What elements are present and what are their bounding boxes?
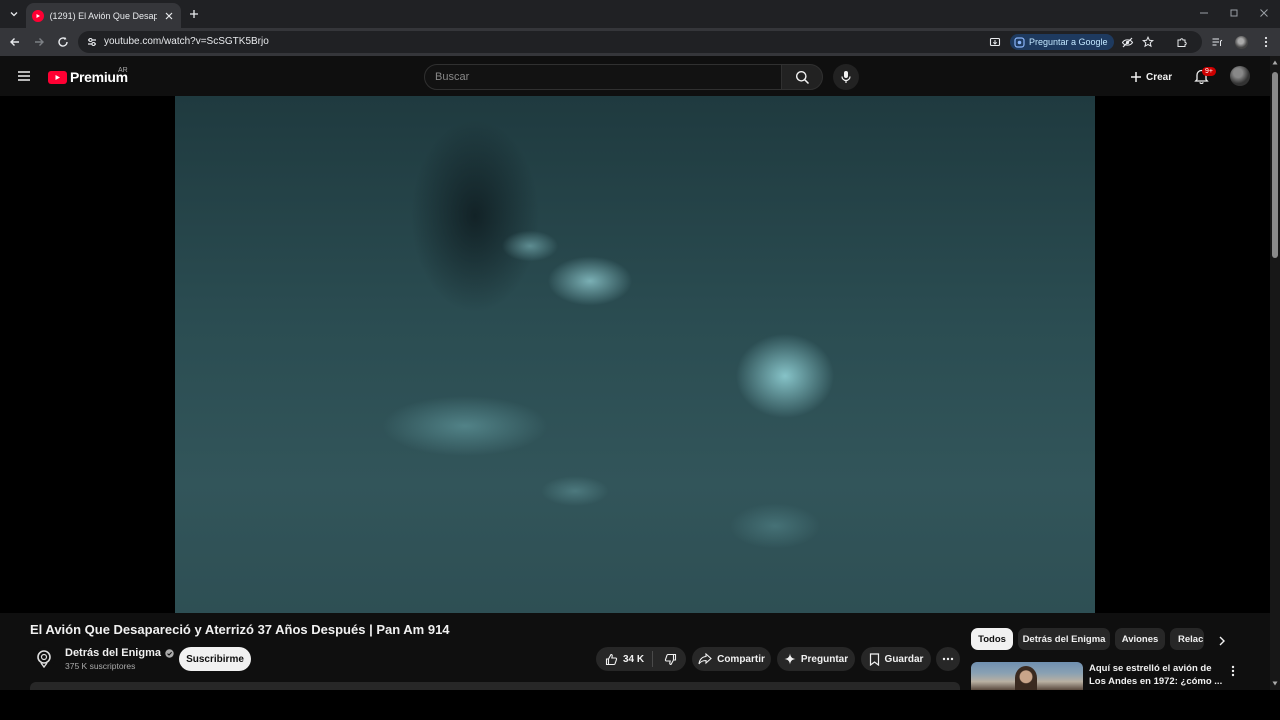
scrollbar-thumb[interactable] bbox=[1272, 72, 1278, 258]
chip-aviones[interactable]: Aviones bbox=[1115, 628, 1165, 650]
thumbs-up-icon bbox=[605, 653, 618, 665]
browser-menu-kebab-icon[interactable] bbox=[1257, 33, 1275, 51]
video-title: El Avión Que Desapareció y Aterrizó 37 A… bbox=[30, 622, 450, 637]
channel-avatar[interactable] bbox=[33, 647, 55, 669]
voice-search-button[interactable] bbox=[833, 64, 859, 90]
plus-icon bbox=[1131, 72, 1141, 82]
restore-window-icon[interactable] bbox=[1224, 4, 1244, 22]
like-dislike-group: 34 K bbox=[596, 647, 686, 671]
thumbnail-person bbox=[1015, 666, 1037, 690]
country-code: AR bbox=[118, 67, 128, 74]
recommended-video-menu-icon[interactable] bbox=[1227, 664, 1239, 678]
tab-close-icon[interactable] bbox=[163, 10, 175, 22]
ask-button[interactable]: Preguntar bbox=[777, 647, 855, 671]
channel-name-row[interactable]: Detrás del Enigma bbox=[65, 647, 174, 659]
close-window-icon[interactable] bbox=[1254, 4, 1274, 22]
save-button[interactable]: Guardar bbox=[861, 647, 931, 671]
microphone-icon bbox=[841, 71, 851, 83]
search-box bbox=[424, 64, 782, 90]
search-icon bbox=[795, 70, 809, 84]
sparkle-icon bbox=[784, 653, 796, 665]
like-button[interactable]: 34 K bbox=[605, 651, 654, 667]
eye-off-tracking-icon[interactable] bbox=[1120, 35, 1134, 49]
share-arrow-icon bbox=[698, 653, 712, 665]
bottom-overlay-bar bbox=[0, 690, 1280, 720]
search-input[interactable] bbox=[435, 69, 765, 85]
more-actions-button[interactable] bbox=[936, 647, 960, 671]
media-controls-icon[interactable] bbox=[1208, 33, 1226, 51]
google-lens-icon bbox=[1014, 36, 1025, 48]
ask-google-button[interactable]: Preguntar a Google bbox=[1010, 34, 1114, 50]
youtube-favicon-icon bbox=[32, 9, 44, 22]
scroll-up-arrow-icon[interactable] bbox=[1271, 58, 1279, 66]
chip-relacionados[interactable]: Relac bbox=[1170, 628, 1204, 650]
create-button[interactable]: Crear bbox=[1124, 64, 1178, 90]
youtube-play-logo-icon bbox=[48, 70, 67, 84]
minimize-window-icon[interactable] bbox=[1194, 4, 1214, 22]
share-label: Compartir bbox=[717, 653, 765, 665]
description-box[interactable] bbox=[30, 682, 960, 690]
recommended-video-thumbnail[interactable] bbox=[971, 662, 1083, 690]
new-tab-plus-icon[interactable] bbox=[186, 6, 202, 22]
more-horizontal-icon bbox=[942, 657, 954, 661]
channel-logo-icon bbox=[37, 650, 51, 668]
install-app-icon[interactable] bbox=[988, 35, 1002, 49]
chips-next-chevron-icon[interactable] bbox=[1213, 632, 1231, 650]
share-button[interactable]: Compartir bbox=[692, 647, 771, 671]
chip-todos[interactable]: Todos bbox=[971, 628, 1013, 650]
save-label: Guardar bbox=[884, 653, 924, 665]
url-text[interactable]: youtube.com/watch?v=ScSGTK5Brjo bbox=[104, 36, 269, 47]
browser-tab[interactable]: (1291) El Avión Que Desapareció y Aterri… bbox=[26, 3, 181, 28]
profile-avatar-icon[interactable] bbox=[1232, 33, 1250, 51]
ask-label: Preguntar bbox=[800, 653, 849, 665]
video-player[interactable] bbox=[0, 96, 1270, 613]
browser-tab-bar: (1291) El Avión Que Desapareció y Aterri… bbox=[0, 0, 1280, 28]
subscriber-count: 375 K suscriptores bbox=[65, 661, 136, 671]
site-info-tune-icon[interactable] bbox=[86, 36, 98, 48]
forward-arrow-icon[interactable] bbox=[30, 33, 48, 51]
dislike-button[interactable] bbox=[658, 653, 677, 666]
notification-count-badge: 9+ bbox=[1202, 67, 1216, 76]
thumbs-down-icon bbox=[664, 653, 677, 665]
ask-google-label: Preguntar a Google bbox=[1029, 37, 1108, 47]
subscribe-button[interactable]: Suscribirme bbox=[179, 647, 251, 671]
tab-title: (1291) El Avión Que Desapareció y Aterri… bbox=[49, 10, 158, 21]
account-avatar[interactable] bbox=[1230, 66, 1250, 86]
bookmark-icon bbox=[869, 652, 879, 666]
like-count: 34 K bbox=[622, 653, 645, 665]
create-label: Crear bbox=[1146, 71, 1173, 83]
scroll-down-arrow-icon[interactable] bbox=[1271, 679, 1279, 687]
address-bar[interactable]: youtube.com/watch?v=ScSGTK5Brjo Pregunta… bbox=[78, 31, 1202, 53]
chip-detras-del-enigma[interactable]: Detrás del Enigma bbox=[1018, 628, 1110, 650]
recommended-video-title[interactable]: Aquí se estrelló el avión de Los Andes e… bbox=[1089, 662, 1224, 688]
browser-toolbar: youtube.com/watch?v=ScSGTK5Brjo Pregunta… bbox=[0, 28, 1280, 56]
back-arrow-icon[interactable] bbox=[6, 33, 24, 51]
bookmark-star-icon[interactable] bbox=[1141, 35, 1155, 49]
video-frame-sky-clouds[interactable] bbox=[175, 96, 1095, 613]
verified-check-icon bbox=[165, 648, 174, 658]
tab-list-chevron-icon[interactable] bbox=[4, 4, 24, 24]
youtube-header: Premium AR Crear 9+ bbox=[0, 56, 1280, 96]
youtube-premium-logo[interactable]: Premium bbox=[48, 69, 128, 85]
reload-icon[interactable] bbox=[54, 33, 72, 51]
search-button[interactable] bbox=[781, 64, 823, 90]
hamburger-menu-icon[interactable] bbox=[14, 66, 34, 86]
extensions-puzzle-icon[interactable] bbox=[1173, 33, 1191, 51]
channel-name[interactable]: Detrás del Enigma bbox=[65, 647, 161, 659]
